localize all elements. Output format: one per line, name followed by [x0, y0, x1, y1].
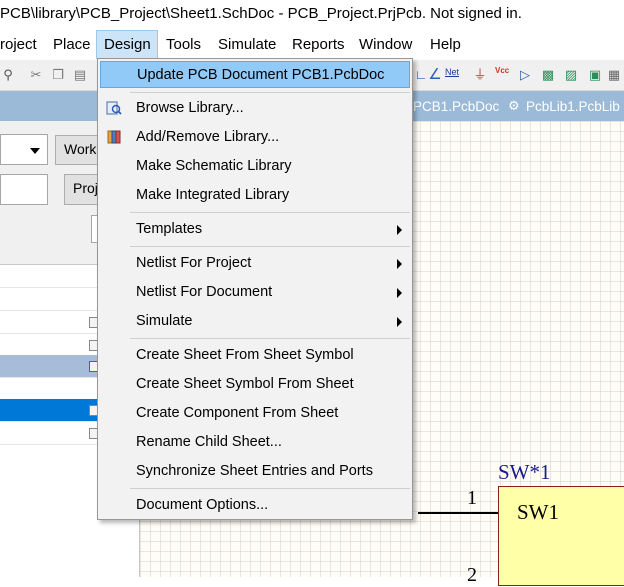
part-icon[interactable]: ▩: [540, 67, 556, 83]
project-button[interactable]: Proj: [64, 174, 98, 205]
pin1-wire[interactable]: [418, 512, 498, 514]
menu-tools[interactable]: Tools: [166, 36, 201, 53]
chevron-down-icon: [30, 148, 40, 154]
pcblib-document-icon: ⚙: [508, 98, 520, 113]
bus-icon[interactable]: ∠: [427, 67, 443, 83]
menu-item-simulate[interactable]: Simulate: [98, 308, 412, 335]
menu-item-create-component-from-sheet[interactable]: Create Component From Sheet: [98, 400, 412, 427]
menu-design[interactable]: Design: [104, 36, 151, 53]
window-title: PCB\library\PCB_Project\Sheet1.SchDoc - …: [0, 5, 522, 22]
menu-item-label: Make Integrated Library: [136, 187, 290, 203]
sheet-symbol-icon[interactable]: ▨: [563, 67, 579, 83]
vcc-icon[interactable]: Vcc: [495, 66, 509, 75]
ground-icon[interactable]: ⏚: [472, 67, 488, 83]
menu-item-label: Rename Child Sheet...: [136, 434, 282, 450]
menu-item-label: Update PCB Document PCB1.PcbDoc: [137, 67, 385, 83]
menu-window[interactable]: Window: [359, 36, 412, 53]
pin1-number: 1: [467, 487, 477, 509]
sheet-entry-icon[interactable]: ▣: [587, 67, 603, 83]
submenu-arrow-icon: [397, 288, 402, 298]
menu-place[interactable]: Place: [53, 36, 91, 53]
zoom-icon[interactable]: ⚲: [0, 67, 16, 83]
menu-help[interactable]: Help: [430, 36, 461, 53]
workspace-button[interactable]: Work: [55, 135, 98, 165]
menu-item-update-pcb-document[interactable]: Update PCB Document PCB1.PcbDoc: [100, 61, 410, 88]
menu-item-label: Templates: [136, 221, 203, 237]
menu-reports[interactable]: Reports: [292, 36, 345, 53]
menu-item-create-sheet-from-symbol[interactable]: Create Sheet From Sheet Symbol: [98, 342, 412, 369]
menu-simulate[interactable]: Simulate: [218, 36, 276, 53]
menu-item-make-schematic-library[interactable]: Make Schematic Library: [98, 153, 412, 180]
workspace-dropdown[interactable]: [0, 134, 48, 165]
project-path-field[interactable]: [0, 174, 48, 205]
tab-pcb1-pcbdoc[interactable]: PCB1.PcbDoc: [413, 99, 499, 114]
copy-icon[interactable]: ❐: [50, 67, 66, 83]
library-books-icon: [107, 130, 121, 144]
library-browse-icon: [106, 101, 122, 115]
submenu-arrow-icon: [397, 225, 402, 235]
menu-item-label: Simulate: [136, 313, 193, 329]
menu-item-document-options[interactable]: Document Options...: [98, 492, 412, 519]
menu-item-rename-child-sheet[interactable]: Rename Child Sheet...: [98, 429, 412, 456]
design-menu-dropdown: Update PCB Document PCB1.PcbDoc Browse L…: [97, 58, 413, 520]
toolbar-more-icon[interactable]: ▦: [606, 67, 622, 83]
submenu-arrow-icon: [397, 259, 402, 269]
menu-item-browse-library[interactable]: Browse Library...: [98, 95, 412, 122]
menu-item-netlist-for-document[interactable]: Netlist For Document: [98, 279, 412, 306]
menu-item-label: Make Schematic Library: [136, 158, 292, 174]
menu-project[interactable]: roject: [0, 36, 37, 53]
tab-pcblib1-pcblib[interactable]: PcbLib1.PcbLib: [526, 99, 620, 114]
menu-item-make-integrated-library[interactable]: Make Integrated Library: [98, 182, 412, 209]
menu-separator: [130, 92, 410, 93]
menu-item-label: Netlist For Project: [136, 255, 252, 271]
cut-icon[interactable]: ✂: [28, 67, 44, 83]
submenu-arrow-icon: [397, 317, 402, 327]
menu-separator: [130, 338, 410, 339]
menu-separator: [130, 246, 410, 247]
menu-item-label: Netlist For Document: [136, 284, 273, 300]
menu-item-netlist-for-project[interactable]: Netlist For Project: [98, 250, 412, 277]
net-label-icon[interactable]: Net: [445, 67, 459, 77]
menu-item-label: Create Component From Sheet: [136, 405, 339, 421]
menu-item-label: Browse Library...: [136, 100, 244, 116]
paste-icon[interactable]: ▤: [72, 67, 88, 83]
title-bar: PCB\library\PCB_Project\Sheet1.SchDoc - …: [0, 0, 624, 30]
menu-item-label: Add/Remove Library...: [136, 129, 280, 145]
component-name: SW1: [517, 500, 559, 524]
menu-item-create-symbol-from-sheet[interactable]: Create Sheet Symbol From Sheet: [98, 371, 412, 398]
menu-item-synchronize-sheet-entries[interactable]: Synchronize Sheet Entries and Ports: [98, 458, 412, 485]
menu-separator: [130, 212, 410, 213]
menu-item-label: Synchronize Sheet Entries and Ports: [136, 463, 373, 479]
menu-item-label: Create Sheet From Sheet Symbol: [136, 347, 354, 363]
menu-item-label: Document Options...: [136, 497, 269, 513]
menu-separator: [130, 488, 410, 489]
menu-item-add-remove-library[interactable]: Add/Remove Library...: [98, 124, 412, 151]
component-designator[interactable]: SW*1: [498, 460, 551, 485]
menu-item-templates[interactable]: Templates: [98, 216, 412, 243]
pin2-number: 2: [467, 564, 477, 586]
port-icon[interactable]: ▷: [517, 67, 533, 83]
menu-item-label: Create Sheet Symbol From Sheet: [136, 376, 354, 392]
